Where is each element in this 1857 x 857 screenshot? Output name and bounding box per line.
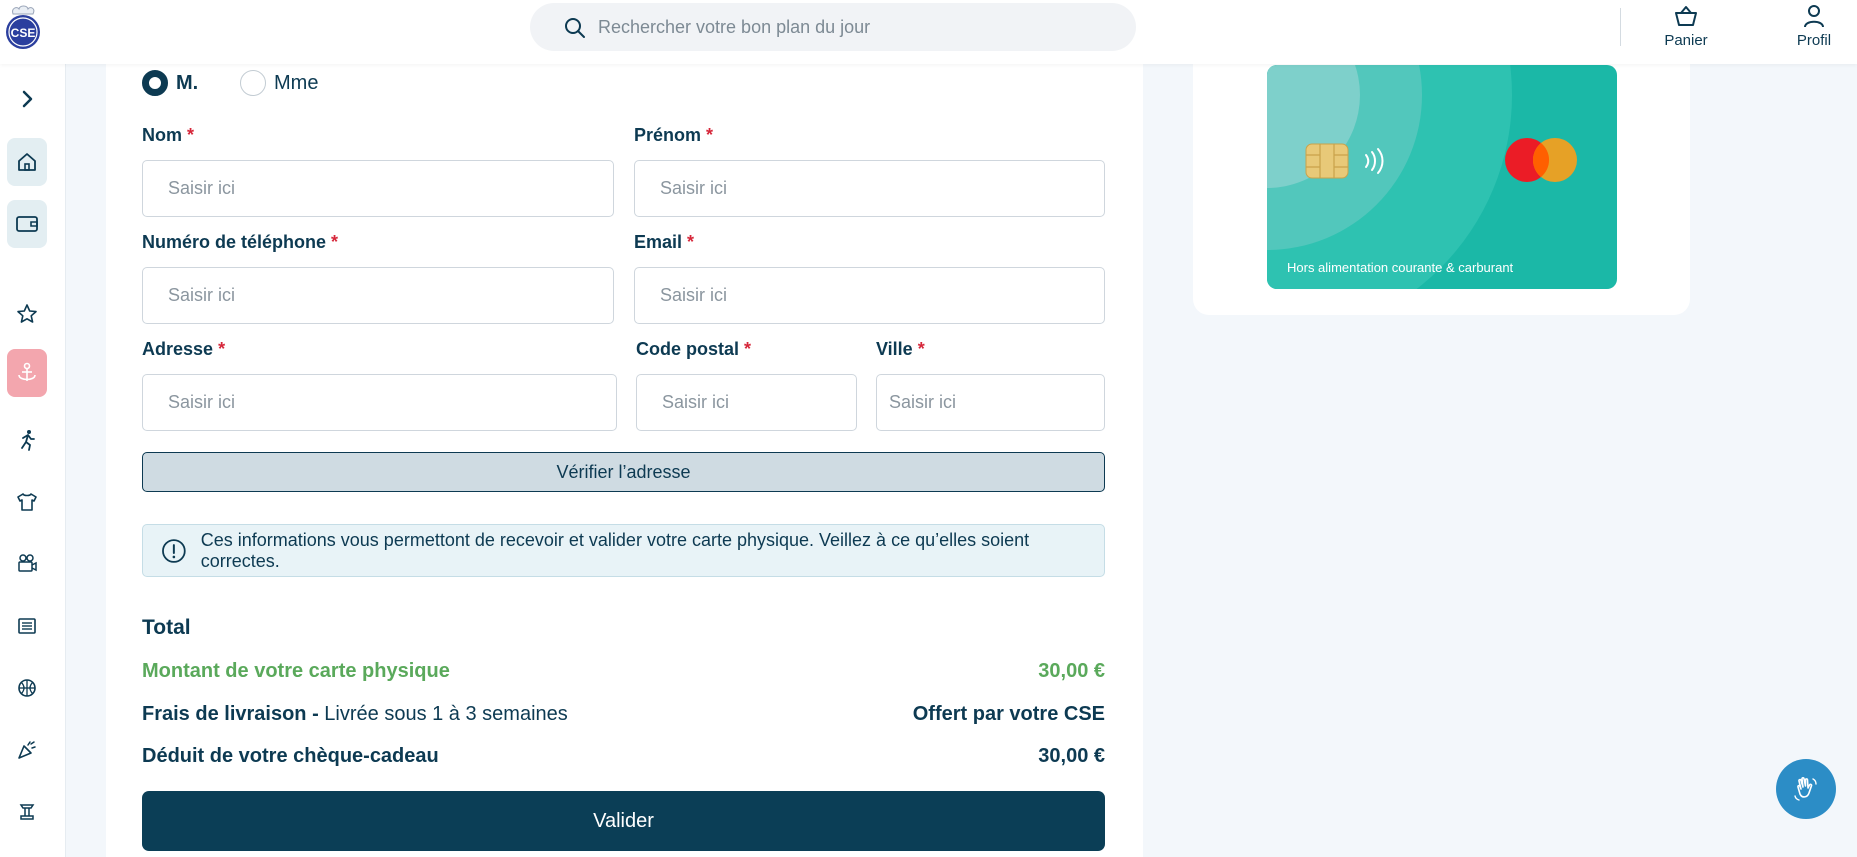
card-amount-row: Montant de votre carte physique 30,00 € [142, 657, 1105, 685]
telephone-input[interactable] [142, 267, 614, 324]
telephone-label: Numéro de téléphone * [142, 232, 339, 252]
nom-label: Nom * [142, 125, 195, 145]
radio-button-unchecked[interactable] [240, 70, 266, 96]
search-icon [565, 18, 585, 38]
gift-card-image: Hors alimentation courante & carburant [1267, 65, 1617, 289]
card-chip-icon [1305, 143, 1349, 179]
prenom-label: Prénom * [634, 125, 714, 145]
running-icon [21, 430, 35, 451]
sidebar-item-fashion[interactable] [7, 478, 47, 526]
monument-icon [19, 804, 35, 820]
help-chat-button[interactable] [1776, 759, 1836, 819]
sidebar-item-cinema[interactable] [7, 540, 47, 588]
sidebar-item-travel[interactable] [7, 349, 47, 397]
validate-button[interactable]: Valider [142, 791, 1105, 851]
mastercard-logo [1505, 138, 1577, 182]
code-postal-label: Code postal * [636, 339, 752, 359]
adresse-label: Adresse * [142, 339, 226, 359]
ville-label: Ville * [876, 339, 925, 359]
info-icon [162, 538, 186, 563]
tshirt-icon [17, 493, 37, 511]
logo-text: CSE [11, 26, 36, 40]
radio-button-checked[interactable] [142, 70, 168, 96]
card-amount-label: Montant de votre carte physique [142, 659, 450, 682]
radio-label-m: M. [176, 71, 199, 94]
contactless-icon [1365, 148, 1384, 174]
sidebar-item-sport[interactable] [7, 416, 47, 464]
profile-label: Profil [1796, 32, 1832, 49]
sidebar-item-party[interactable] [7, 726, 47, 774]
delivery-detail: Livrée sous 1 à 3 semaines [324, 702, 568, 725]
sidebar-item-home[interactable] [7, 138, 47, 186]
basketball-icon [18, 679, 36, 697]
user-icon [1804, 5, 1824, 28]
prenom-input[interactable] [634, 160, 1105, 217]
email-label: Email * [634, 232, 695, 252]
info-text: Ces informations vous permettont de rece… [200, 529, 1030, 571]
deduction-label: Déduit de votre chèque-cadeau [142, 744, 439, 767]
sidebar-item-basketball[interactable] [7, 664, 47, 712]
sidebar-item-wallet[interactable] [7, 200, 47, 248]
newspaper-icon [18, 618, 36, 634]
card-amount-value: 30,00 € [1038, 659, 1105, 682]
home-icon [18, 153, 36, 171]
radio-civility-mme[interactable]: Mme [240, 70, 318, 96]
search-input[interactable] [598, 3, 1118, 51]
chevron-right-icon [22, 90, 33, 108]
ville-input[interactable] [876, 374, 1105, 431]
sidebar-expand-button[interactable] [7, 75, 47, 123]
card-restriction-note: Hors alimentation courante & carburant [1287, 260, 1514, 275]
cart-label: Panier [1664, 32, 1708, 49]
info-notice: Ces informations vous permettont de rece… [142, 524, 1105, 577]
sidebar-item-favorites[interactable] [7, 290, 47, 338]
code-postal-input[interactable] [636, 374, 857, 431]
delivery-label-group: Frais de livraison - Livrée sous 1 à 3 s… [142, 703, 568, 726]
sidebar-item-news[interactable] [7, 602, 47, 650]
header-divider [1620, 8, 1621, 46]
delivery-value: Offert par votre CSE [912, 702, 1105, 725]
sidebar [0, 64, 66, 857]
delivery-row: Frais de livraison - Livrée sous 1 à 3 s… [142, 700, 1105, 728]
delivery-label: Frais de livraison - [142, 702, 319, 725]
top-header: CSE Panier Profil [0, 0, 1857, 64]
basket-icon [1675, 6, 1697, 26]
cse-logo[interactable]: CSE [3, 4, 43, 50]
wallet-icon [16, 216, 38, 232]
party-icon [18, 741, 36, 759]
radio-label-mme: Mme [274, 71, 319, 94]
cart-button[interactable]: Panier [1656, 4, 1716, 49]
verify-address-button[interactable]: Vérifier l’adresse [142, 452, 1105, 492]
deduction-row: Déduit de votre chèque-cadeau 30,00 € [142, 742, 1105, 770]
radio-civility-m[interactable]: M. [142, 70, 198, 96]
deduction-value: 30,00 € [1038, 744, 1105, 767]
sidebar-item-culture[interactable] [7, 788, 47, 836]
anchor-icon [18, 362, 36, 381]
adresse-input[interactable] [142, 374, 617, 431]
email-input[interactable] [634, 267, 1105, 324]
total-title: Total [142, 616, 191, 639]
star-icon [17, 304, 37, 323]
nom-input[interactable] [142, 160, 614, 217]
waving-hand-icon [1794, 776, 1817, 801]
search-bar[interactable] [530, 3, 1136, 51]
profile-button[interactable]: Profil [1784, 4, 1844, 49]
cinema-icon [18, 554, 37, 572]
